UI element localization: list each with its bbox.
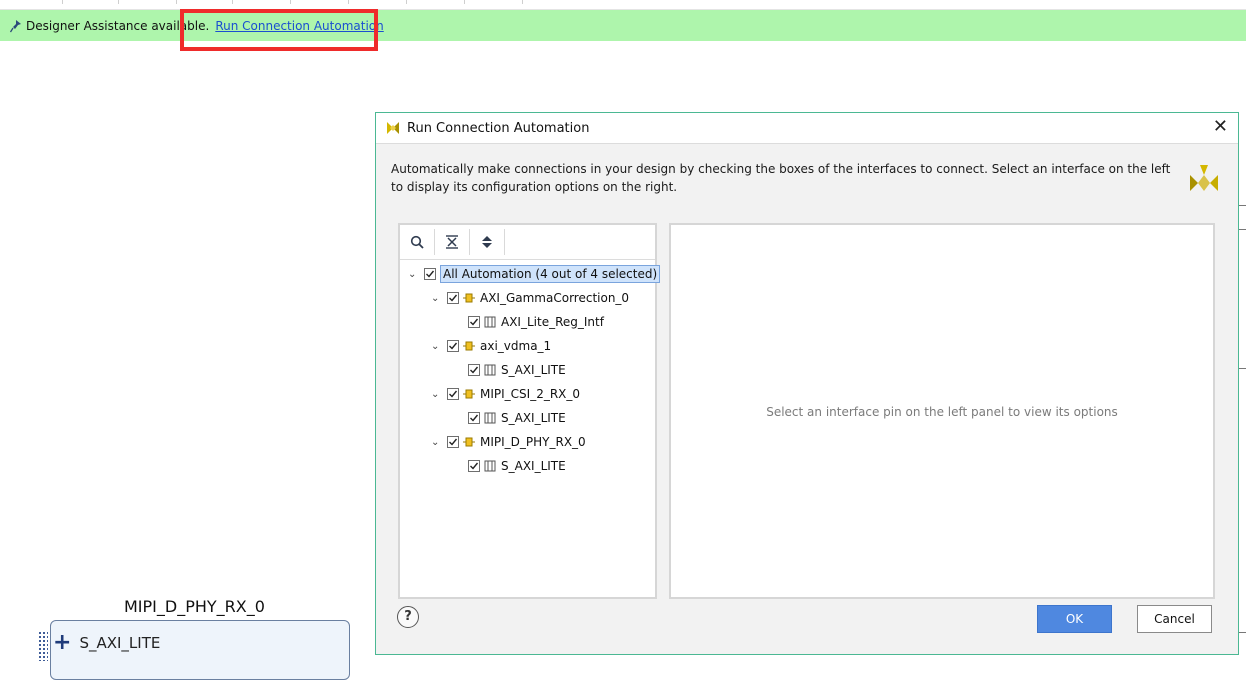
block-port-label: S_AXI_LITE: [79, 634, 161, 652]
tree-label: MIPI_CSI_2_RX_0: [480, 387, 581, 401]
dialog-titlebar[interactable]: Run Connection Automation ✕: [376, 113, 1238, 144]
tree-label: S_AXI_LITE: [501, 411, 566, 425]
ip-block-icon: [463, 388, 475, 400]
check-icon: [470, 318, 479, 326]
tree-label: All Automation (4 out of 4 selected): [440, 265, 661, 283]
block-port-handle[interactable]: [38, 631, 48, 661]
check-icon: [470, 462, 479, 470]
canvas-wire: [1238, 368, 1246, 369]
tree-toolbar: [400, 225, 655, 260]
check-icon: [449, 342, 458, 350]
help-icon[interactable]: ?: [397, 606, 419, 628]
tree-row-ip[interactable]: ⌄ MIPI_CSI_2_RX_0: [431, 383, 582, 405]
check-icon: [470, 366, 479, 374]
pin-icon: [10, 19, 21, 32]
tree-row-ip[interactable]: ⌄ axi_vdma_1: [431, 335, 553, 357]
interface-tree-panel: ⌄ All Automation (4 out of 4 selected) ⌄…: [398, 223, 661, 599]
canvas-wire: [1238, 632, 1246, 633]
tree-label: MIPI_D_PHY_RX_0: [480, 435, 586, 449]
checkbox[interactable]: [468, 412, 480, 424]
canvas-wire: [1238, 205, 1246, 206]
tree-row-ip[interactable]: ⌄ AXI_GammaCorrection_0: [431, 287, 631, 309]
chevron-down-icon[interactable]: ⌄: [431, 341, 441, 352]
search-icon: [410, 235, 424, 249]
dialog-title: Run Connection Automation: [407, 120, 590, 136]
chevron-down-icon[interactable]: ⌄: [408, 269, 418, 280]
checkbox[interactable]: [468, 460, 480, 472]
dialog-description: Automatically make connections in your d…: [391, 162, 1171, 194]
checkbox[interactable]: [447, 292, 459, 304]
checkbox-all-automation[interactable]: [424, 268, 436, 280]
canvas-wire: [1238, 229, 1246, 230]
plus-icon[interactable]: +: [53, 632, 71, 654]
interface-icon: [484, 364, 496, 376]
ip-block-icon: [463, 292, 475, 304]
collapse-all-icon: [446, 235, 458, 249]
close-icon[interactable]: ✕: [1213, 118, 1228, 136]
ok-button[interactable]: OK: [1037, 605, 1112, 633]
tree-row-all-automation[interactable]: ⌄ All Automation (4 out of 4 selected): [408, 263, 661, 285]
expand-all-icon: [482, 236, 492, 248]
check-icon: [449, 390, 458, 398]
tree-row-interface[interactable]: S_AXI_LITE: [468, 359, 568, 381]
chevron-down-icon[interactable]: ⌄: [431, 389, 441, 400]
tree-row-interface[interactable]: S_AXI_LITE: [468, 455, 568, 477]
canvas-ruler: [0, 0, 1246, 10]
checkbox[interactable]: [447, 340, 459, 352]
designer-assistance-bar: Designer Assistance available. Run Conne…: [0, 10, 1246, 41]
tree-label: AXI_GammaCorrection_0: [480, 291, 630, 305]
assistance-text: Designer Assistance available.: [26, 18, 210, 33]
check-icon: [470, 414, 479, 422]
tree-row-interface[interactable]: S_AXI_LITE: [468, 407, 568, 429]
ip-block-icon: [463, 340, 475, 352]
tree-label: S_AXI_LITE: [501, 363, 566, 377]
tree-label: S_AXI_LITE: [501, 459, 566, 473]
vivado-logo-icon: [387, 122, 399, 134]
checkbox[interactable]: [447, 388, 459, 400]
tree-row-interface[interactable]: AXI_Lite_Reg_Intf: [468, 311, 606, 333]
tree-row-ip[interactable]: ⌄ MIPI_D_PHY_RX_0: [431, 431, 588, 453]
options-placeholder-text: Select an interface pin on the left pane…: [766, 405, 1118, 419]
check-icon: [449, 438, 458, 446]
vivado-logo-icon: [1190, 165, 1218, 191]
ip-block-icon: [463, 436, 475, 448]
search-button[interactable]: [400, 229, 435, 255]
checkbox[interactable]: [468, 316, 480, 328]
run-connection-automation-dialog: Run Connection Automation ✕ Automaticall…: [375, 112, 1239, 655]
interface-icon: [484, 412, 496, 424]
check-icon: [449, 294, 458, 302]
checkbox[interactable]: [447, 436, 459, 448]
tree-label: AXI_Lite_Reg_Intf: [501, 315, 604, 329]
block-title: MIPI_D_PHY_RX_0: [124, 597, 265, 616]
block-port[interactable]: + S_AXI_LITE: [53, 632, 161, 654]
interface-icon: [484, 460, 496, 472]
collapse-all-button[interactable]: [435, 229, 470, 255]
run-connection-automation-link[interactable]: Run Connection Automation: [215, 19, 383, 33]
expand-all-button[interactable]: [470, 229, 505, 255]
cancel-button[interactable]: Cancel: [1137, 605, 1212, 633]
chevron-down-icon[interactable]: ⌄: [431, 293, 441, 304]
check-icon: [426, 270, 435, 278]
chevron-down-icon[interactable]: ⌄: [431, 437, 441, 448]
checkbox[interactable]: [468, 364, 480, 376]
options-panel: Select an interface pin on the left pane…: [669, 223, 1215, 599]
tree-label: axi_vdma_1: [480, 339, 552, 353]
interface-icon: [484, 316, 496, 328]
